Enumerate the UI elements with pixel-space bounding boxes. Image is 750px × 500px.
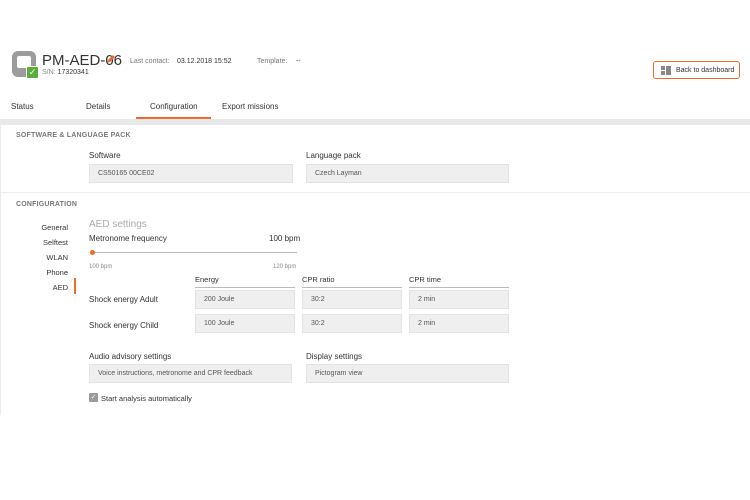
- tab-configuration[interactable]: Configuration: [150, 102, 198, 111]
- last-contact-value: 03.12.2018 15:52: [177, 58, 232, 65]
- audio-advisory-field[interactable]: Voice instructions, metronome and CPR fe…: [89, 364, 292, 383]
- auto-analysis-checkbox[interactable]: ✓: [89, 393, 98, 402]
- software-section-title: SOFTWARE & LANGUAGE PACK: [16, 132, 131, 139]
- config-nav-wlan[interactable]: WLAN: [46, 253, 68, 262]
- metronome-slider-thumb[interactable]: [90, 250, 95, 255]
- back-to-dashboard-label: Back to dashboard: [676, 66, 735, 74]
- last-contact-label: Last contact:: [130, 58, 170, 65]
- child-cpr-time-field[interactable]: 2 min: [409, 314, 509, 333]
- sn-label: S/N:: [42, 69, 56, 76]
- row-label-adult: Shock energy Adult: [89, 295, 158, 304]
- tab-export-missions[interactable]: Export missions: [222, 102, 278, 111]
- tab-divider: [0, 119, 750, 125]
- row-label-child: Shock energy Child: [89, 321, 159, 330]
- aed-settings-title: AED settings: [89, 219, 147, 230]
- config-nav-phone[interactable]: Phone: [46, 268, 68, 277]
- sn-value: 17320341: [57, 69, 89, 76]
- tab-bar: Status Details Configuration Export miss…: [0, 99, 750, 118]
- tab-details[interactable]: Details: [86, 102, 110, 111]
- serial-number: S/N: 17320341: [42, 69, 89, 76]
- tab-status[interactable]: Status: [11, 102, 34, 111]
- back-to-dashboard-button[interactable]: Back to dashboard: [653, 61, 740, 79]
- language-pack-label: Language pack: [306, 151, 361, 160]
- adult-cpr-ratio-field[interactable]: 30:2: [302, 290, 402, 309]
- adult-cpr-time-field[interactable]: 2 min: [409, 290, 509, 309]
- metronome-label: Metronome frequency: [89, 234, 167, 243]
- column-cpr-time: CPR time: [409, 275, 509, 288]
- template-label: Template:: [257, 58, 288, 65]
- display-settings-field[interactable]: Pictogram view: [306, 364, 509, 383]
- slider-max-label: 120 bpm: [273, 264, 297, 270]
- slider-min-label: 100 bpm: [89, 264, 113, 270]
- display-settings-label: Display settings: [306, 352, 363, 361]
- pencil-icon[interactable]: [106, 54, 116, 64]
- section-divider: [0, 192, 750, 193]
- metronome-value: 100 bpm: [269, 234, 301, 243]
- column-energy: Energy: [195, 275, 295, 288]
- software-label: Software: [89, 151, 121, 160]
- language-pack-field: Czech Layman: [306, 164, 509, 183]
- child-cpr-ratio-field[interactable]: 30:2: [302, 314, 402, 333]
- config-nav-general[interactable]: General: [41, 223, 68, 232]
- metronome-slider-track[interactable]: [91, 252, 297, 253]
- auto-analysis-label: Start analysis automatically: [101, 394, 192, 403]
- configuration-section-title: CONFIGURATION: [16, 201, 78, 208]
- software-field: CS50165 00CE02: [89, 164, 293, 183]
- config-nav-aed[interactable]: AED: [53, 283, 68, 292]
- adult-energy-field[interactable]: 200 Joule: [195, 290, 295, 309]
- config-nav-selftest[interactable]: Selftest: [43, 238, 68, 247]
- dashboard-icon: [661, 65, 671, 75]
- template-value: --: [296, 58, 301, 65]
- check-icon: ✓: [26, 66, 39, 79]
- content-left-border: [0, 125, 1, 415]
- column-cpr-ratio: CPR ratio: [302, 275, 402, 288]
- audio-advisory-label: Audio advisory settings: [89, 352, 172, 361]
- child-energy-field[interactable]: 100 Joule: [195, 314, 295, 333]
- device-status-icon: ✓: [12, 51, 39, 80]
- config-nav-active-indicator: [74, 278, 76, 294]
